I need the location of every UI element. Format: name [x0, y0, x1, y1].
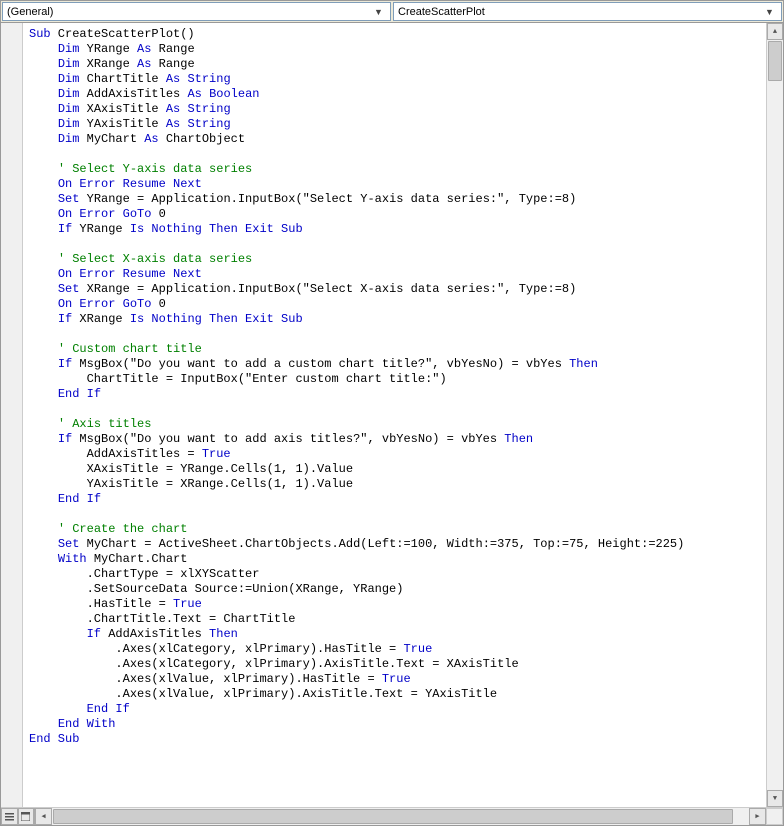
object-dropdown-text: (General)	[7, 6, 371, 18]
full-module-view-button[interactable]	[18, 808, 35, 825]
scroll-down-button[interactable]: ▼	[767, 790, 783, 807]
chevron-down-icon: ▼	[762, 7, 777, 17]
bottom-bar: ◀ ▶	[1, 807, 783, 825]
view-mode-buttons	[1, 808, 35, 825]
scroll-thumb[interactable]	[768, 41, 782, 81]
procedure-dropdown-text: CreateScatterPlot	[398, 6, 762, 18]
scroll-track[interactable]	[767, 40, 783, 790]
scroll-left-button[interactable]: ◀	[35, 808, 52, 825]
margin-gutter	[1, 23, 23, 807]
dropdown-bar: (General) ▼ CreateScatterPlot ▼	[1, 1, 783, 23]
vba-editor-window: (General) ▼ CreateScatterPlot ▼ Sub Crea…	[0, 0, 784, 826]
scroll-thumb[interactable]	[53, 809, 733, 824]
scroll-track[interactable]	[52, 808, 749, 825]
scroll-up-button[interactable]: ▲	[767, 23, 783, 40]
vertical-scrollbar[interactable]: ▲ ▼	[766, 23, 783, 807]
code-editor[interactable]: Sub CreateScatterPlot() Dim YRange As Ra…	[23, 23, 766, 807]
scroll-right-button[interactable]: ▶	[749, 808, 766, 825]
scrollbar-corner	[766, 808, 783, 825]
horizontal-scrollbar[interactable]: ◀ ▶	[35, 808, 766, 825]
procedure-dropdown[interactable]: CreateScatterPlot ▼	[393, 2, 782, 21]
code-area: Sub CreateScatterPlot() Dim YRange As Ra…	[1, 23, 783, 807]
object-dropdown[interactable]: (General) ▼	[2, 2, 391, 21]
chevron-down-icon: ▼	[371, 7, 386, 17]
procedure-view-button[interactable]	[1, 808, 18, 825]
